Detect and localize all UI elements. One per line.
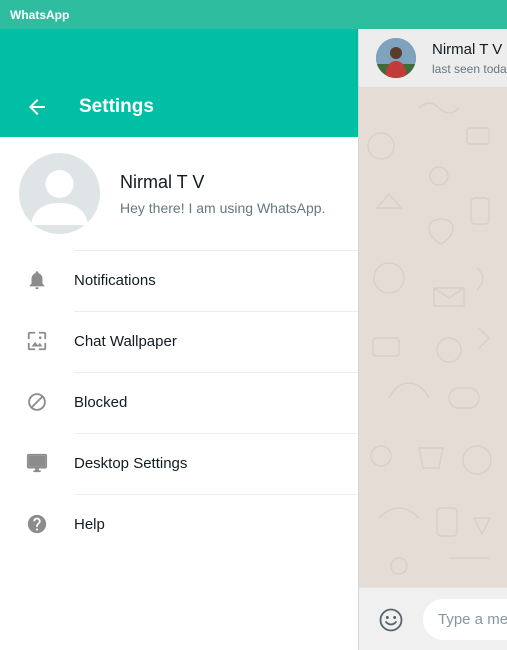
last-seen-status: last seen today [432, 62, 507, 76]
divider [74, 494, 358, 495]
menu-item-help[interactable]: Help [0, 494, 358, 555]
menu-item-notifications[interactable]: Notifications [0, 250, 358, 311]
divider [74, 311, 358, 312]
menu-item-label: Desktop Settings [74, 455, 188, 472]
menu-item-blocked[interactable]: Blocked [0, 372, 358, 433]
contact-photo [376, 38, 416, 78]
divider [74, 433, 358, 434]
menu-item-label: Blocked [74, 394, 128, 411]
menu-item-label: Chat Wallpaper [74, 333, 177, 350]
help-icon [27, 514, 47, 534]
chat-pane: Nirmal T V last seen today [358, 29, 507, 650]
arrow-back-icon [29, 99, 45, 115]
profile-section[interactable]: Nirmal T V Hey there! I am using WhatsAp… [0, 137, 358, 250]
menu-item-desktop-settings[interactable]: Desktop Settings [0, 433, 358, 494]
profile-status: Hey there! I am using WhatsApp. [120, 200, 326, 216]
profile-name: Nirmal T V [120, 172, 205, 192]
divider [74, 372, 358, 373]
settings-menu: Notifications Chat Wallpaper Blocked Des… [0, 250, 358, 555]
settings-title: Settings [79, 96, 154, 117]
chat-wallpaper [359, 88, 507, 587]
compose-bar [359, 587, 507, 650]
smiley-icon [379, 608, 403, 632]
message-input[interactable] [423, 599, 507, 640]
doodle-pattern [367, 102, 492, 575]
window-titlebar: WhatsApp [0, 0, 507, 29]
bell-icon [29, 271, 45, 290]
chat-header[interactable]: Nirmal T V last seen today [359, 29, 507, 88]
menu-item-chat-wallpaper[interactable]: Chat Wallpaper [0, 311, 358, 372]
contact-avatar[interactable] [376, 38, 416, 78]
wallpaper-icon [27, 331, 47, 351]
default-avatar-icon [31, 170, 88, 225]
monitor-icon [26, 453, 48, 473]
divider [74, 250, 358, 251]
menu-item-label: Notifications [74, 272, 156, 289]
blocked-icon [28, 393, 46, 411]
contact-name: Nirmal T V [432, 41, 503, 58]
settings-drawer: Settings Nirmal T V Hey there! I am usin… [0, 29, 358, 650]
profile-avatar[interactable] [19, 153, 100, 234]
menu-item-label: Help [74, 516, 105, 533]
settings-header: Settings [0, 29, 358, 137]
app-title: WhatsApp [10, 8, 70, 22]
emoji-button[interactable] [378, 607, 404, 633]
back-button[interactable] [25, 95, 49, 119]
